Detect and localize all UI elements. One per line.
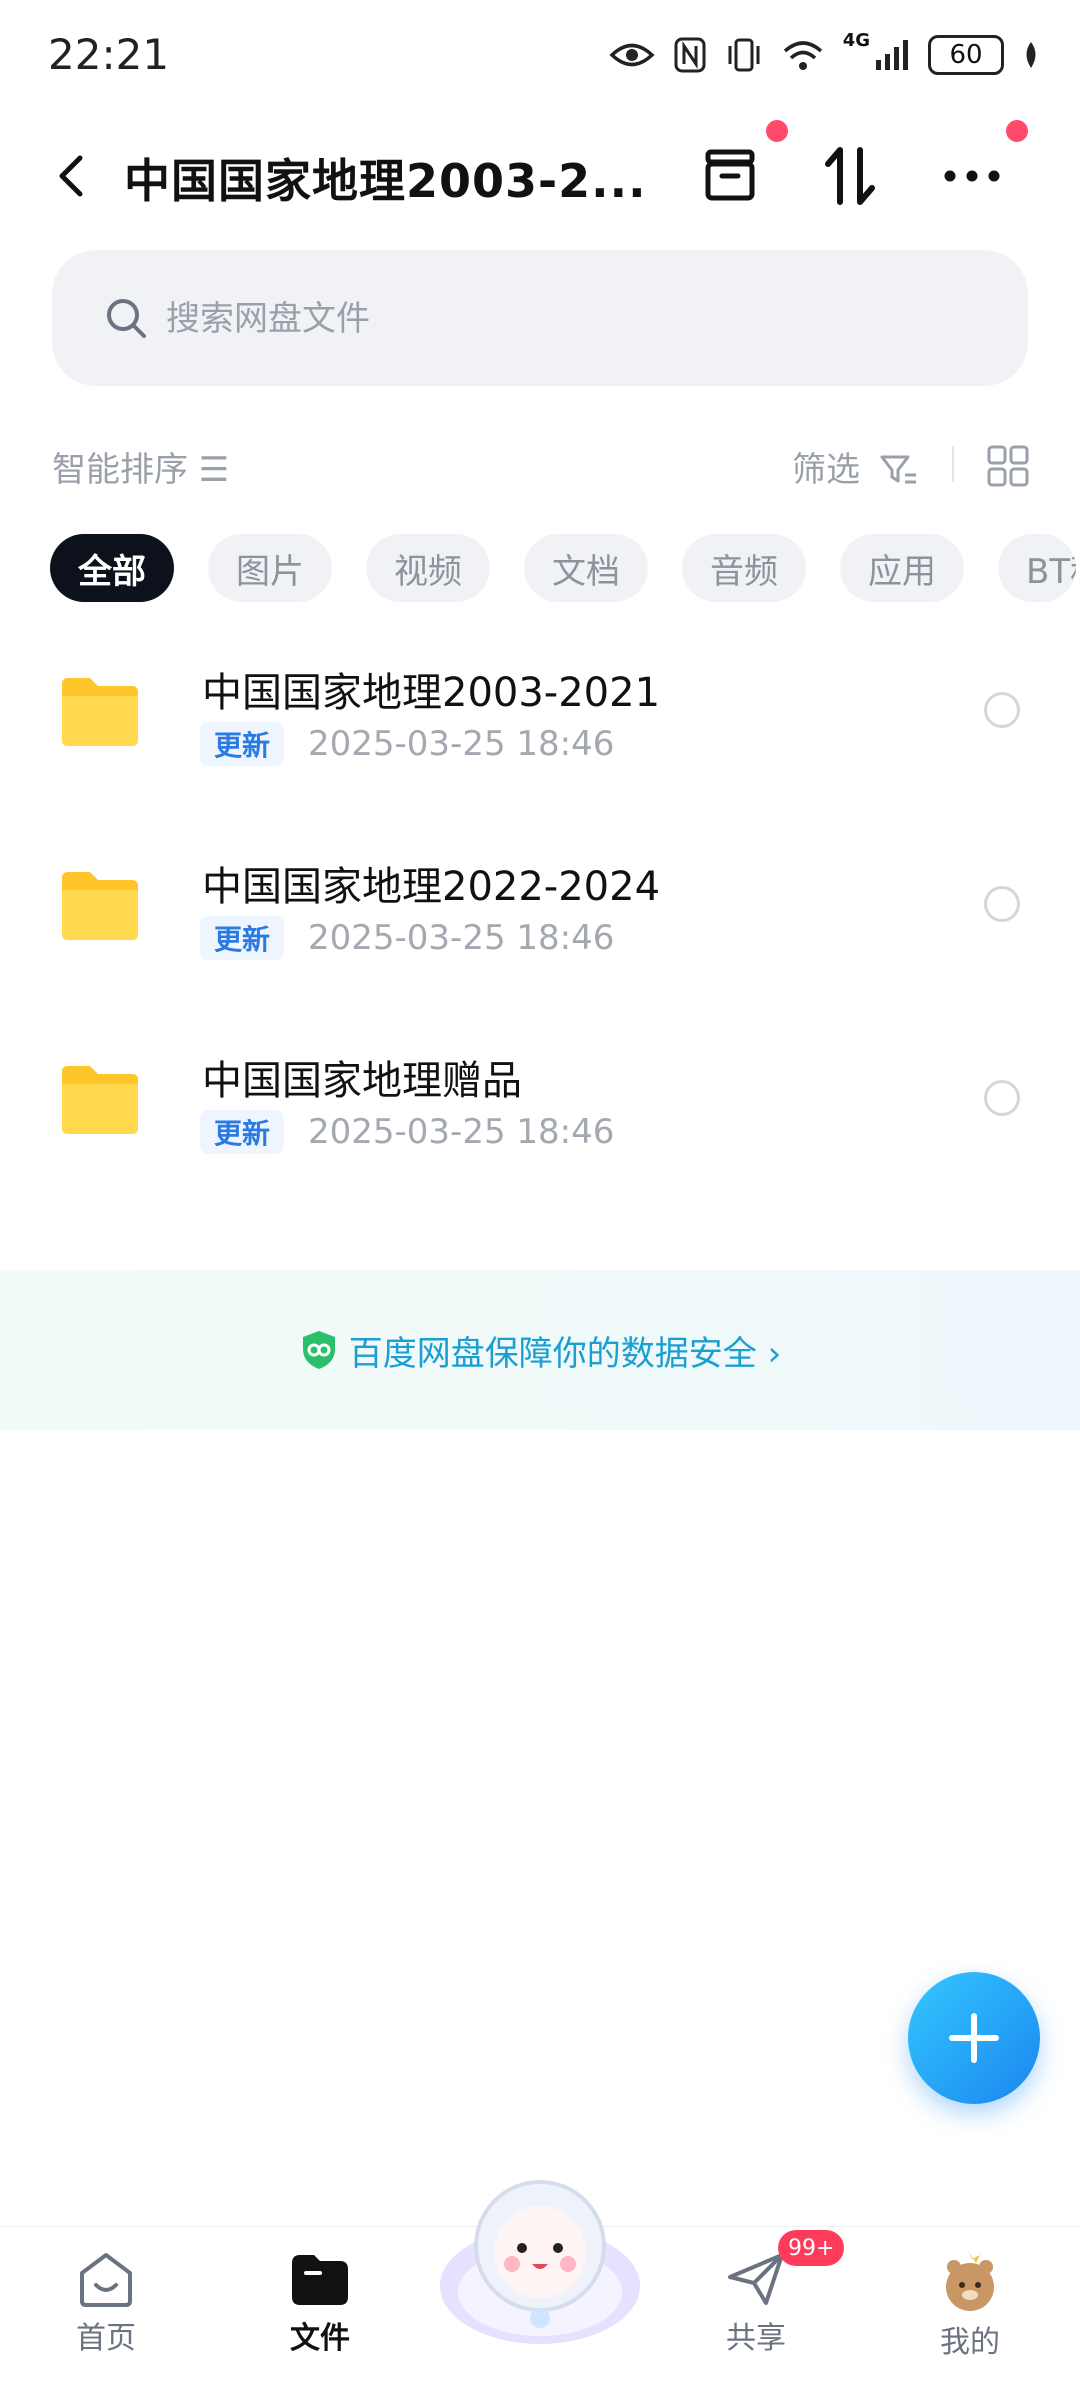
chip-audio[interactable]: 音频 (682, 534, 806, 602)
filter-icon (880, 455, 916, 484)
shield-icon (302, 1331, 335, 1369)
select-checkbox[interactable] (984, 1080, 1020, 1116)
plus-icon (949, 2013, 999, 2063)
transfer-list-button[interactable] (694, 140, 766, 212)
signal-icon (876, 40, 908, 70)
leaf-icon (1026, 42, 1036, 68)
category-chips: 全部 图片 视频 文档 音频 应用 BT种 (50, 534, 1076, 602)
more-dots-icon (944, 170, 1000, 182)
swap-vertical-icon (825, 147, 875, 205)
nav-files-label: 文件 (290, 2321, 350, 2356)
status-icons: 4G 60 (609, 30, 1040, 80)
folder-filled-icon (292, 2255, 348, 2305)
search-input[interactable] (164, 250, 968, 388)
battery-indicator: 60 (928, 35, 1004, 75)
nav-home-label: 首页 (76, 2321, 136, 2356)
add-button[interactable] (908, 1972, 1040, 2104)
file-date: 2025-03-25 18:46 (308, 918, 615, 958)
smart-sort-button[interactable]: 智能排序 ☰ (52, 442, 229, 491)
eye-icon (609, 43, 655, 67)
file-date: 2025-03-25 18:46 (308, 1112, 615, 1152)
chip-images[interactable]: 图片 (208, 534, 332, 602)
filter-label: 筛选 (792, 450, 860, 490)
battery-level: 60 (949, 40, 983, 70)
sort-button[interactable] (814, 140, 886, 212)
nav-home[interactable]: 首页 (36, 2249, 176, 2357)
security-banner[interactable]: 百度网盘保障你的数据安全 › (0, 1270, 1080, 1430)
nav-share-label: 共享 (726, 2321, 786, 2356)
status-time: 22:21 (48, 30, 170, 79)
search-bar[interactable] (52, 250, 1028, 388)
chip-all[interactable]: 全部 (50, 534, 174, 602)
vibrate-icon (728, 38, 760, 72)
avatar-icon (946, 2251, 994, 2311)
file-name: 中国国家地理2003-2021 (202, 670, 661, 716)
wifi-icon (783, 41, 822, 70)
more-notification-dot (1006, 120, 1028, 142)
nav-mine-label: 我的 (940, 2325, 1000, 2360)
archive-icon (705, 149, 755, 201)
nav-mine[interactable]: 我的 (900, 2249, 1040, 2361)
filter-button[interactable]: 筛选 (792, 442, 919, 491)
chip-videos[interactable]: 视频 (366, 534, 490, 602)
grid-view-icon[interactable] (986, 444, 1030, 488)
page-title: 中国国家地理2003-2... (124, 154, 647, 208)
select-checkbox[interactable] (984, 692, 1020, 728)
file-row[interactable]: 中国国家地理赠品 更新 2025-03-25 18:46 (0, 1028, 1080, 1218)
security-text: 百度网盘保障你的数据安全 › (348, 1333, 782, 1374)
more-button[interactable] (936, 140, 1008, 212)
nfc-icon (674, 37, 706, 73)
folder-icon (62, 678, 138, 746)
home-icon (80, 2253, 132, 2307)
folder-icon (62, 872, 138, 940)
network-type: 4G (842, 30, 870, 51)
file-name: 中国国家地理2022-2024 (202, 864, 661, 910)
update-badge: 更新 (200, 916, 285, 960)
select-checkbox[interactable] (984, 886, 1020, 922)
file-row[interactable]: 中国国家地理2022-2024 更新 2025-03-25 18:46 (0, 834, 1080, 1024)
update-badge: 更新 (200, 1110, 285, 1154)
chip-documents[interactable]: 文档 (524, 534, 648, 602)
chip-bt[interactable]: BT种 (998, 534, 1076, 602)
mascot-astronaut-icon[interactable] (434, 2168, 646, 2348)
file-date: 2025-03-25 18:46 (308, 724, 615, 764)
nav-files[interactable]: 文件 (250, 2249, 390, 2357)
paper-plane-icon (728, 2253, 784, 2305)
share-badge: 99+ (778, 2230, 845, 2266)
update-badge: 更新 (200, 722, 285, 766)
folder-icon (62, 1066, 138, 1134)
file-row[interactable]: 中国国家地理2003-2021 更新 2025-03-25 18:46 (0, 640, 1080, 830)
file-name: 中国国家地理赠品 (202, 1058, 522, 1104)
transfer-notification-dot (766, 120, 788, 142)
toolbar-divider (952, 446, 954, 482)
chip-apps[interactable]: 应用 (840, 534, 964, 602)
search-icon (107, 299, 146, 338)
back-arrow-icon[interactable] (46, 148, 96, 204)
